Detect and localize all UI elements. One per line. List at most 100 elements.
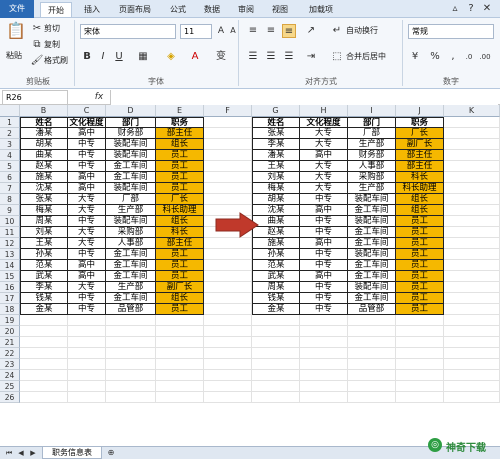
table-cell[interactable]: 沈某 xyxy=(20,183,68,194)
table-cell[interactable]: 部主任 xyxy=(156,238,204,249)
cell[interactable] xyxy=(444,227,500,238)
cell[interactable] xyxy=(68,348,106,359)
table-cell[interactable]: 采购部 xyxy=(106,227,156,238)
wrap-text-button[interactable]: 自动换行 xyxy=(346,25,378,37)
cell[interactable] xyxy=(444,249,500,260)
borders-icon[interactable]: ▦ xyxy=(136,50,150,64)
cell[interactable] xyxy=(20,337,68,348)
table-cell[interactable]: 科长 xyxy=(396,172,444,183)
cell[interactable] xyxy=(444,139,500,150)
cut-icon[interactable]: ✂ xyxy=(30,22,44,36)
cell[interactable] xyxy=(444,238,500,249)
cell[interactable] xyxy=(204,304,252,315)
table-cell[interactable]: 中专 xyxy=(300,282,348,293)
table-cell[interactable]: 金工车间 xyxy=(106,161,156,172)
table-cell[interactable]: 中专 xyxy=(68,293,106,304)
phonetic-icon[interactable]: 变 xyxy=(214,50,228,64)
table-cell[interactable]: 员工 xyxy=(396,238,444,249)
table-cell[interactable]: 员工 xyxy=(396,216,444,227)
cell[interactable] xyxy=(106,348,156,359)
table-cell[interactable]: 员工 xyxy=(396,227,444,238)
wrap-text-icon[interactable]: ↵ xyxy=(330,24,344,38)
cell[interactable] xyxy=(444,315,500,326)
tab-data[interactable]: 数据 xyxy=(198,2,226,17)
cell[interactable] xyxy=(444,304,500,315)
table-cell[interactable]: 金工车间 xyxy=(348,260,396,271)
table-cell[interactable]: 装配车间 xyxy=(106,150,156,161)
table-cell[interactable]: 中专 xyxy=(68,249,106,260)
cell[interactable] xyxy=(68,370,106,381)
row-header[interactable]: 19 xyxy=(0,315,20,326)
cell[interactable] xyxy=(444,128,500,139)
table-cell[interactable]: 科长 xyxy=(156,227,204,238)
cell[interactable] xyxy=(204,238,252,249)
cell[interactable] xyxy=(444,271,500,282)
table-cell[interactable]: 厂长 xyxy=(156,194,204,205)
align-left-icon[interactable]: ☰ xyxy=(246,50,260,64)
table-cell[interactable]: 中专 xyxy=(300,249,348,260)
table-cell[interactable]: 装配车间 xyxy=(348,282,396,293)
table-cell[interactable]: 高中 xyxy=(68,172,106,183)
cell[interactable] xyxy=(204,194,252,205)
table-cell[interactable]: 高中 xyxy=(300,238,348,249)
row-header[interactable]: 7 xyxy=(0,183,20,194)
cell[interactable] xyxy=(204,359,252,370)
cell[interactable] xyxy=(348,315,396,326)
table-cell[interactable]: 高中 xyxy=(300,205,348,216)
cell[interactable] xyxy=(348,326,396,337)
cell[interactable] xyxy=(300,337,348,348)
cell[interactable] xyxy=(204,183,252,194)
cell[interactable] xyxy=(20,381,68,392)
formula-input[interactable] xyxy=(110,90,498,105)
cell[interactable] xyxy=(252,381,300,392)
table-cell[interactable]: 厂长 xyxy=(396,128,444,139)
cell[interactable] xyxy=(396,348,444,359)
tab-review[interactable]: 审阅 xyxy=(232,2,260,17)
row-header[interactable]: 23 xyxy=(0,359,20,370)
currency-icon[interactable]: ¥ xyxy=(408,50,422,64)
table-cell[interactable]: 部主任 xyxy=(396,161,444,172)
column-header[interactable]: D xyxy=(106,105,156,117)
table-cell[interactable]: 金工车间 xyxy=(106,293,156,304)
cell[interactable] xyxy=(252,315,300,326)
table-cell[interactable]: 胡某 xyxy=(252,194,300,205)
table-cell[interactable]: 员工 xyxy=(156,260,204,271)
row-header[interactable]: 10 xyxy=(0,216,20,227)
table-header-cell[interactable]: 部门 xyxy=(348,117,396,128)
row-header[interactable]: 18 xyxy=(0,304,20,315)
table-cell[interactable]: 大专 xyxy=(300,183,348,194)
cell[interactable] xyxy=(68,315,106,326)
table-cell[interactable]: 中专 xyxy=(68,161,106,172)
table-cell[interactable]: 金工车间 xyxy=(106,172,156,183)
table-cell[interactable]: 金某 xyxy=(20,304,68,315)
cell[interactable] xyxy=(444,183,500,194)
table-cell[interactable]: 大专 xyxy=(68,238,106,249)
paste-button[interactable]: 粘贴 xyxy=(6,50,22,62)
table-cell[interactable]: 范某 xyxy=(252,260,300,271)
cell[interactable] xyxy=(444,359,500,370)
tab-formulas[interactable]: 公式 xyxy=(164,2,192,17)
cell[interactable] xyxy=(106,381,156,392)
table-cell[interactable]: 高中 xyxy=(68,260,106,271)
table-cell[interactable]: 钱某 xyxy=(252,293,300,304)
row-header[interactable]: 2 xyxy=(0,128,20,139)
table-cell[interactable]: 中专 xyxy=(300,304,348,315)
cell[interactable] xyxy=(396,392,444,403)
align-top-icon[interactable]: ≡ xyxy=(246,24,260,38)
row-header[interactable]: 20 xyxy=(0,326,20,337)
next-sheet-icon[interactable]: ▶ xyxy=(26,446,40,460)
copy-icon[interactable]: ⧉ xyxy=(30,38,44,52)
table-cell[interactable]: 员工 xyxy=(396,271,444,282)
cell[interactable] xyxy=(106,326,156,337)
table-cell[interactable]: 部主任 xyxy=(156,128,204,139)
cell[interactable] xyxy=(444,348,500,359)
table-cell[interactable]: 生产部 xyxy=(106,205,156,216)
table-cell[interactable]: 员工 xyxy=(396,282,444,293)
cell[interactable] xyxy=(204,150,252,161)
row-header[interactable]: 1 xyxy=(0,117,20,128)
tab-addins[interactable]: 加载项 xyxy=(302,2,340,17)
table-cell[interactable]: 厂部 xyxy=(348,128,396,139)
cell[interactable] xyxy=(444,117,500,128)
cell[interactable] xyxy=(20,392,68,403)
table-cell[interactable]: 金工车间 xyxy=(348,238,396,249)
